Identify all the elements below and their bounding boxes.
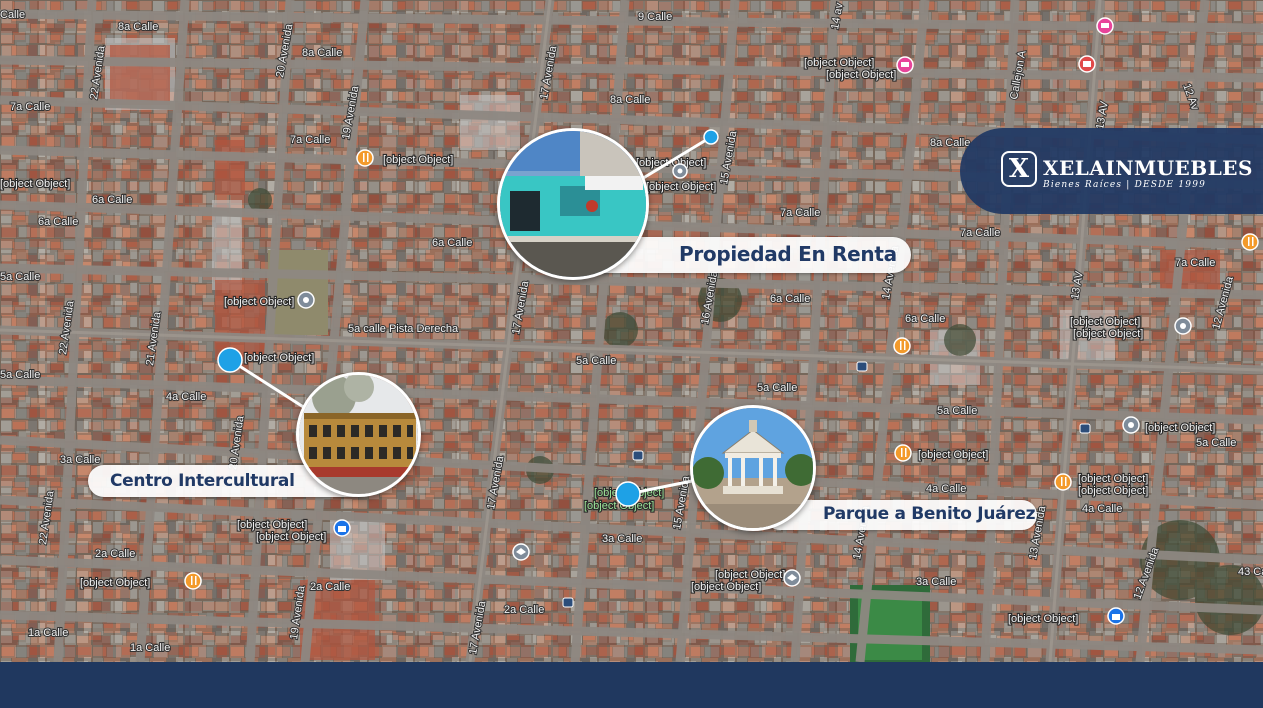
poi-label: [object Object] [1078, 473, 1148, 485]
intercultural-callout-label: Centro Intercultural [110, 471, 295, 491]
brand-name: XELAINMUEBLES [1043, 156, 1253, 180]
street-label: 6a Calle [770, 293, 810, 305]
street-label: 5a Calle [0, 271, 40, 283]
street-label: 4a Calle [926, 483, 966, 495]
brand-tagline: Bienes Raíces | DESDE 1999 [1043, 180, 1207, 190]
street-label: 6a Calle [905, 313, 945, 325]
street-label: 6a Calle [92, 194, 132, 206]
poi-label: [object Object] [1008, 613, 1078, 625]
street-label: 3a Calle [602, 533, 642, 545]
poi-label: [object Object] [237, 519, 307, 531]
landmark-icon [1122, 416, 1140, 434]
satellite-map[interactable]: Calle 8a Calle 9 Calle 8a Calle 8a Calle… [0, 0, 1263, 662]
brand-logo-icon: X [1001, 151, 1037, 187]
bus-icon [856, 361, 868, 372]
poi-label: [object Object] [636, 157, 706, 169]
street-label: 7a Calle [10, 101, 50, 113]
street-label: 6a Calle [432, 237, 472, 249]
street-label: 2a Calle [504, 604, 544, 616]
hotel-icon [896, 56, 914, 74]
bus-icon [562, 597, 574, 608]
restaurant-icon [1054, 473, 1072, 491]
poi-label: [object Object] [1145, 422, 1215, 434]
street-label: 5a Calle [0, 369, 40, 381]
street-label: 5a Calle [576, 355, 616, 367]
landmark-icon [1174, 317, 1192, 335]
street-label: 9 Calle [638, 11, 672, 23]
restaurant-icon [894, 444, 912, 462]
shopping-icon [1107, 607, 1125, 625]
pin-icon [615, 481, 641, 507]
street-label: 8a Calle [302, 47, 342, 59]
restaurant-icon [184, 572, 202, 590]
street-label: 43 Ca [1238, 566, 1263, 578]
street-label: 2a Calle [95, 548, 135, 560]
landmark-icon [297, 291, 315, 309]
street-label: 7a Calle [290, 134, 330, 146]
poi-label: [object Object] [918, 449, 988, 461]
intercultural-photo[interactable] [296, 372, 421, 497]
poi-label: [object Object] [715, 569, 785, 581]
landmark-icon [672, 163, 688, 179]
restaurant-icon [1241, 233, 1259, 251]
street-label: 2a Calle [310, 581, 350, 593]
school-icon [783, 569, 801, 587]
poi-label: [object Object] [256, 531, 326, 543]
street-label: 4a Calle [166, 391, 206, 403]
street-label: 5a Calle [757, 382, 797, 394]
park-callout-label: Parque a Benito Juárez [823, 504, 1036, 524]
poi-label: [object Object] [1078, 485, 1148, 497]
street-label: 3a Calle [916, 576, 956, 588]
street-label: 5a Calle [1196, 437, 1236, 449]
poi-label: [object Object] [804, 57, 874, 69]
pin-icon [217, 347, 243, 373]
street-label: 7a Calle [960, 227, 1000, 239]
hotel-icon [1096, 17, 1114, 35]
pin-icon [703, 129, 719, 145]
shopping-icon [333, 519, 351, 537]
street-label: 8a Calle [118, 21, 158, 33]
poi-label: [object Object] [80, 577, 150, 589]
restaurant-icon [356, 149, 374, 167]
street-label: 1a Calle [28, 627, 68, 639]
poi-label: [object Object] [244, 352, 314, 364]
poi-label: [object Object] [646, 181, 716, 193]
street-label: 4a Calle [1082, 503, 1122, 515]
street-label: 1a Calle [130, 642, 170, 654]
restaurant-icon [893, 337, 911, 355]
property-photo[interactable] [497, 128, 649, 280]
street-label: 7a Calle [780, 207, 820, 219]
shopping-icon [1078, 55, 1096, 73]
street-label: 7a Calle [1175, 257, 1215, 269]
poi-label: [object Object] [224, 296, 294, 308]
property-callout-label: Propiedad En Renta [679, 242, 897, 266]
poi-label: [object Object] [383, 154, 453, 166]
street-label: Calle [0, 9, 25, 21]
school-icon [512, 543, 530, 561]
street-label: 5a calle Pista Derecha [348, 323, 459, 335]
bus-icon [1079, 423, 1091, 434]
street-label: 3a Calle [60, 454, 100, 466]
poi-label: [object Object] [0, 178, 70, 190]
street-label: 5a Calle [937, 405, 977, 417]
street-label: 8a Calle [610, 94, 650, 106]
poi-label: [object Object] [826, 69, 896, 81]
street-label: 8a Calle [930, 137, 970, 149]
poi-label: [object Object] [1070, 316, 1140, 328]
footer-bar [0, 662, 1263, 708]
park-photo[interactable] [690, 405, 816, 531]
poi-label: [object Object] [1073, 328, 1143, 340]
bus-icon [632, 450, 644, 461]
poi-label: [object Object] [691, 581, 761, 593]
street-label: 6a Calle [38, 216, 78, 228]
